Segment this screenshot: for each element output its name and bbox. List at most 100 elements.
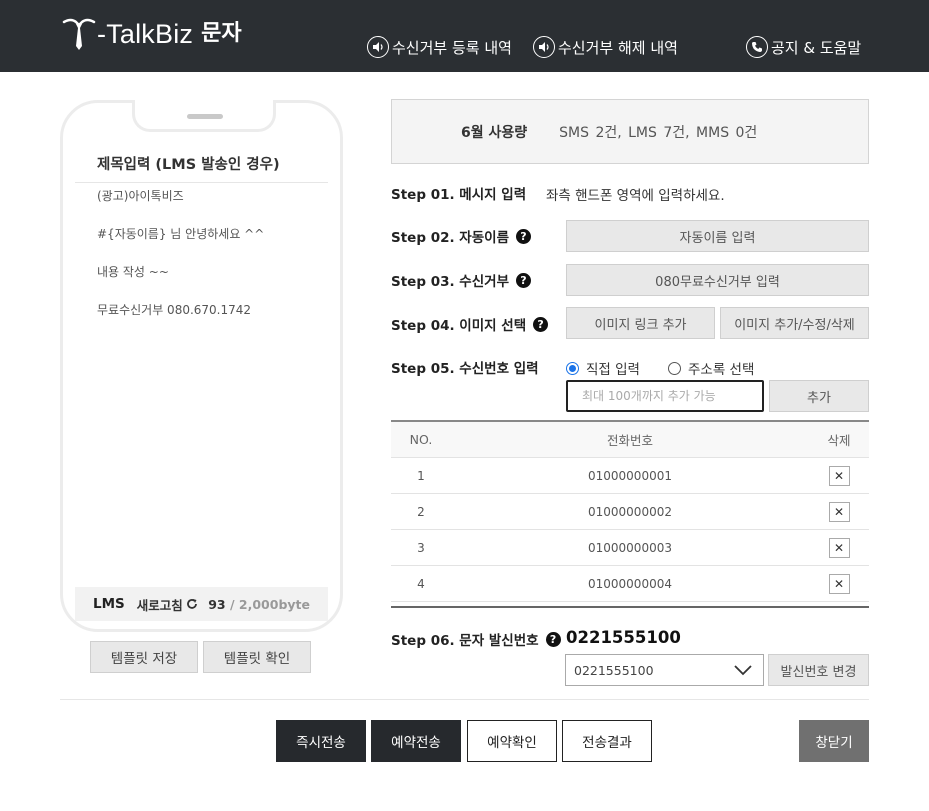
table-header: NO. 전화번호 삭제 [391, 422, 869, 458]
row-no: 3 [417, 540, 425, 555]
row-phone: 01000000001 [588, 468, 672, 483]
delete-row-icon[interactable]: ✕ [828, 501, 850, 522]
table-row: 3 01000000003 ✕ [391, 530, 869, 566]
radio-unchecked-icon [668, 361, 681, 375]
col-delete: 삭제 [827, 433, 851, 448]
table-row: 4 01000000004 ✕ [391, 566, 869, 602]
sender-select-value: 0221555100 [574, 662, 654, 678]
nav-optout-released[interactable]: 수신거부 해제 내역 [533, 36, 678, 58]
send-result-button[interactable]: 전송결과 [562, 720, 652, 762]
recipient-table: NO. 전화번호 삭제 1 01000000001 ✕ 2 0100000000… [391, 420, 869, 602]
row-phone: 01000000002 [588, 504, 672, 519]
row-phone: 01000000004 [588, 576, 672, 591]
logo-subtitle: 문자 [201, 21, 242, 46]
message-body-textarea[interactable]: (광고)아이톡비즈 #{자동이름} 님 안녕하세요 ^^ 내용 작성 ~~ 무료… [97, 187, 322, 339]
col-no: NO. [409, 432, 433, 447]
nav-optout-registered-label: 수신거부 등록 내역 [392, 38, 512, 57]
message-line: (광고)아이톡비즈 [97, 189, 184, 203]
col-phone: 전화번호 [606, 433, 653, 448]
help-icon[interactable]: ? [516, 228, 531, 244]
help-icon[interactable]: ? [533, 316, 549, 332]
message-line: 무료수신거부 080.670.1742 [97, 303, 252, 317]
template-save-button[interactable]: 템플릿 저장 [90, 641, 198, 673]
delete-row-icon[interactable]: ✕ [828, 537, 850, 558]
step-02-label: Step 02. 자동이름 ? [391, 226, 531, 246]
row-delete-cell: ✕ [809, 573, 869, 594]
chevron-down-icon [734, 665, 752, 676]
monthly-usage-box: 6월 사용량 SMS 2건, LMS 7건, MMS 0건 [391, 99, 869, 164]
sender-number-select[interactable]: 0221555100 [565, 654, 764, 686]
radio-direct-input[interactable]: 직접 입력 [566, 358, 640, 378]
message-title-input[interactable]: 제목입력 (LMS 발송인 경우) [75, 139, 328, 183]
byte-count: 93 [208, 596, 226, 612]
help-icon[interactable]: ? [545, 631, 561, 647]
step-01-hint: 좌측 핸드폰 영역에 입력하세요. [546, 188, 725, 204]
step-05-label: Step 05. 수신번호 입력 [391, 357, 539, 377]
delete-row-icon[interactable]: ✕ [828, 573, 850, 594]
radio-book-label: 주소록 선택 [688, 362, 755, 378]
usage-values: SMS 2건, LMS 7건, MMS 0건 [559, 124, 758, 141]
phone-speaker [187, 114, 223, 119]
reserve-send-button[interactable]: 예약전송 [371, 720, 461, 762]
byte-counter: 93 / 2,000byte [208, 597, 310, 612]
help-icon[interactable]: ? [516, 272, 531, 288]
nav-optout-registered[interactable]: 수신거부 등록 내역 [367, 36, 512, 58]
recipient-number-input[interactable] [566, 380, 764, 412]
nav-notice-help[interactable]: 공지 & 도움말 [746, 36, 861, 58]
auto-name-button[interactable]: 자동이름 입력 [566, 220, 869, 252]
phone-preview: 제목입력 (LMS 발송인 경우) (광고)아이톡비즈 #{자동이름} 님 안녕… [60, 100, 343, 632]
step-01-label: Step 01. 메시지 입력 [391, 183, 526, 203]
row-delete-cell: ✕ [809, 537, 869, 558]
step-04-text: Step 04. 이미지 선택 [391, 318, 527, 334]
refresh-icon [186, 599, 197, 609]
message-status-bar: LMS 새로고침 93 / 2,000byte [75, 587, 328, 621]
send-now-button[interactable]: 즉시전송 [276, 720, 366, 762]
step-04-label: Step 04. 이미지 선택 ? [391, 314, 549, 334]
tie-logo-icon [62, 18, 96, 50]
nav-notice-help-label: 공지 & 도움말 [771, 38, 862, 57]
speaker-icon [367, 36, 389, 58]
row-no: 4 [417, 576, 425, 591]
talkbiz-logo[interactable]: -TalkBiz 문자 [62, 14, 242, 54]
usage-label: 6월 사용량 [461, 124, 528, 141]
speaker-icon [533, 36, 555, 58]
table-bottom-border [391, 606, 869, 608]
delete-row-icon[interactable]: ✕ [828, 465, 850, 486]
bottom-divider [60, 699, 869, 700]
row-delete-cell: ✕ [809, 501, 869, 522]
phone-notch [132, 100, 276, 132]
table-row: 2 01000000002 ✕ [391, 494, 869, 530]
add-number-button[interactable]: 추가 [769, 380, 869, 412]
step-03-text: Step 03. 수신거부 [391, 274, 509, 290]
radio-checked-icon [566, 361, 579, 375]
table-row: 1 01000000001 ✕ [391, 458, 869, 494]
top-header: -TalkBiz 문자 수신거부 등록 내역 수신거부 해제 내역 공지 & 도… [0, 0, 929, 72]
step-01-text: Step 01. 메시지 입력 [391, 187, 527, 203]
row-no: 1 [417, 468, 425, 483]
row-delete-cell: ✕ [809, 465, 869, 486]
close-window-button[interactable]: 창닫기 [799, 720, 869, 762]
change-sender-button[interactable]: 발신번호 변경 [768, 654, 869, 686]
phone-icon [746, 36, 768, 58]
step-03-label: Step 03. 수신거부 ? [391, 270, 531, 290]
optout-080-button[interactable]: 080무료수신거부 입력 [566, 264, 869, 296]
refresh-label: 새로고침 [136, 597, 183, 613]
message-line: #{자동이름} 님 안녕하세요 ^^ [97, 227, 265, 241]
image-edit-button[interactable]: 이미지 추가/수정/삭제 [720, 307, 869, 339]
row-no: 2 [417, 504, 425, 519]
message-line: 내용 작성 ~~ [97, 265, 169, 279]
reserve-check-button[interactable]: 예약확인 [467, 720, 557, 762]
template-check-button[interactable]: 템플릿 확인 [203, 641, 311, 673]
sender-number: 0221555100 [566, 628, 681, 647]
step-06-label: Step 06. 문자 발신번호 ? [391, 629, 561, 649]
byte-max: / 2,000byte [229, 596, 310, 612]
step-02-text: Step 02. 자동이름 [391, 230, 509, 246]
refresh-button[interactable]: 새로고침 [137, 595, 198, 614]
row-phone: 01000000003 [588, 540, 672, 555]
radio-address-book[interactable]: 주소록 선택 [668, 358, 754, 378]
image-link-add-button[interactable]: 이미지 링크 추가 [566, 307, 715, 339]
radio-direct-label: 직접 입력 [586, 362, 640, 378]
step-05-text: Step 05. 수신번호 입력 [391, 361, 539, 377]
step-06-text: Step 06. 문자 발신번호 [391, 633, 539, 649]
logo-text: -TalkBiz [97, 18, 194, 49]
